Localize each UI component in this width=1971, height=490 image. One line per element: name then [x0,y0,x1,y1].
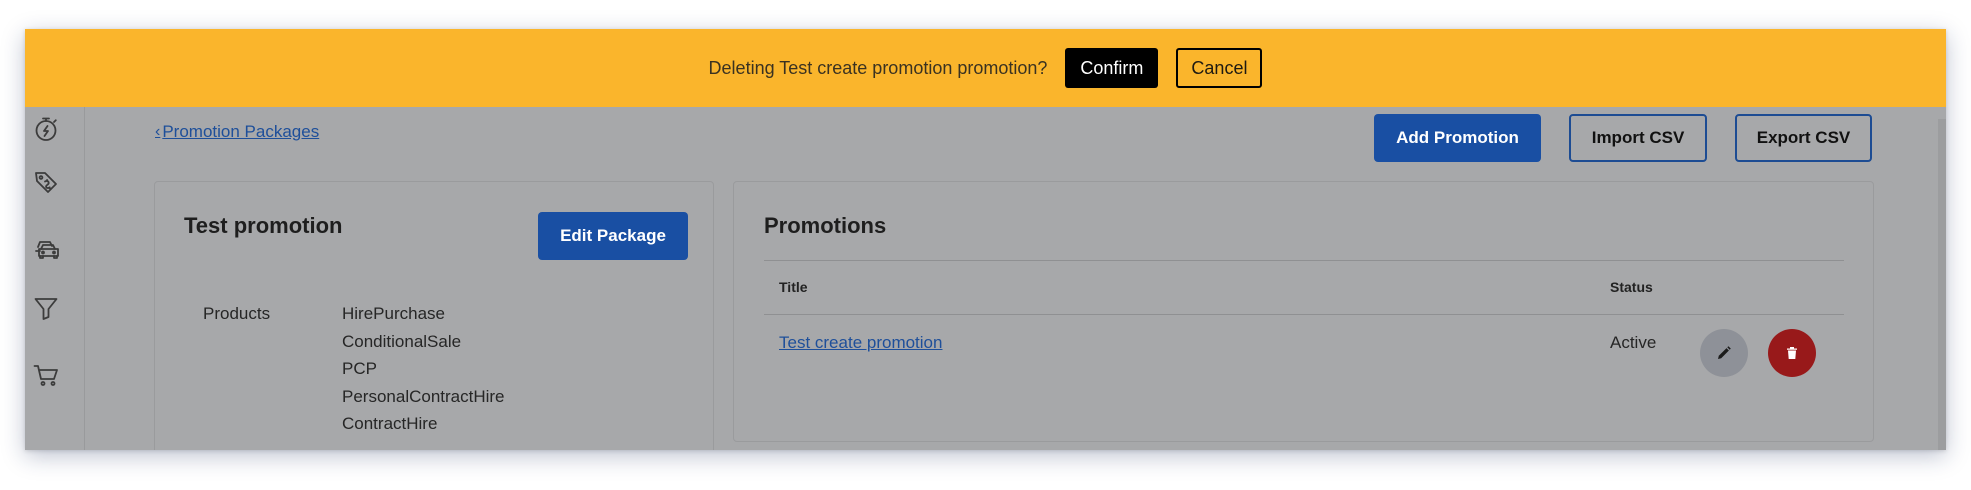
delete-promotion-button[interactable] [1768,329,1816,377]
sidebar [25,107,85,450]
edit-package-button[interactable]: Edit Package [538,212,688,260]
package-title: Test promotion [184,213,343,238]
chevron-left-icon: ‹ [155,123,161,140]
product-item: PersonalContractHire [342,386,505,406]
product-item: PCP [342,359,377,378]
products-label: Products [203,304,271,323]
stopwatch-icon[interactable] [31,114,61,144]
confirm-button[interactable]: Confirm [1065,48,1159,88]
cancel-button[interactable]: Cancel [1176,48,1263,88]
cars-icon[interactable] [31,234,61,264]
promotion-status: Active [1610,333,1657,352]
column-header-title: Title [779,279,808,295]
back-to-promotion-packages-link[interactable]: ‹ Promotion Packages [155,122,319,142]
add-promotion-button[interactable]: Add Promotion [1374,114,1541,162]
banner-message: Deleting Test create promotion promotion… [708,57,1048,78]
package-details-card: Test promotion Edit Package Products Hir… [154,181,714,450]
export-csv-button[interactable]: Export CSV [1735,114,1872,162]
product-item: ConditionalSale [342,331,462,351]
confirm-delete-banner: Deleting Test create promotion promotion… [25,29,1946,107]
products-list: HirePurchase ConditionalSale PCP Persona… [342,304,505,442]
shopping-cart-icon[interactable] [31,360,61,390]
promotions-table: Title Status Test create promotion Activ… [764,260,1844,387]
import-csv-button[interactable]: Import CSV [1569,114,1707,162]
promotions-card: Promotions Title Status Test create prom… [733,181,1874,442]
product-item: HirePurchase [342,304,445,323]
promotion-title-link[interactable]: Test create promotion [779,333,942,353]
tags-icon[interactable] [31,167,61,197]
funnel-icon[interactable] [31,293,61,323]
scrollbar[interactable] [1938,119,1946,450]
promotions-title: Promotions [764,213,887,238]
column-header-status: Status [1610,279,1653,295]
pencil-icon [1718,346,1731,359]
app-window: Deleting Test create promotion promotion… [25,29,1946,450]
table-header: Title Status [764,260,1844,315]
table-row: Test create promotion Active [764,315,1844,387]
trash-icon [1787,347,1797,359]
product-item: ContractHire [342,414,438,433]
back-link-label: Promotion Packages [162,122,320,141]
edit-promotion-button[interactable] [1700,329,1748,377]
